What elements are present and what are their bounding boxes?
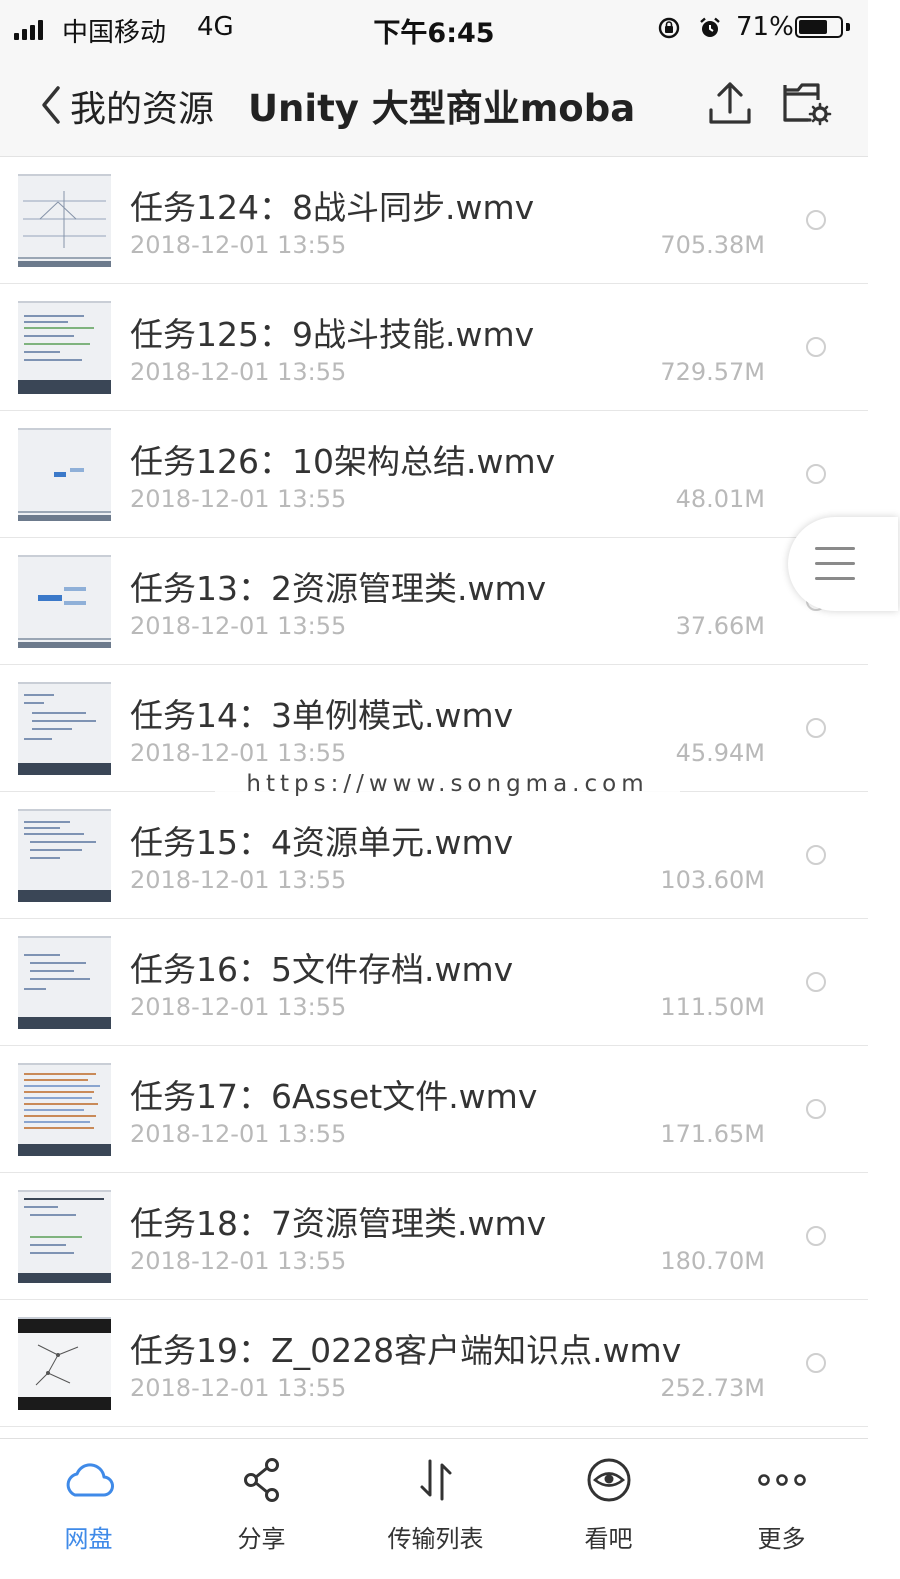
battery-percent: 71%	[736, 12, 794, 42]
floating-menu-button[interactable]	[788, 517, 898, 611]
tab-label: 分享	[237, 1525, 286, 1553]
file-date: 2018-12-01 13:55	[130, 612, 347, 640]
tab-share[interactable]: 分享	[175, 1439, 348, 1579]
file-size: 45.94M	[675, 739, 765, 767]
nav-bar: 我的资源 Unity 大型商业moba	[0, 56, 868, 157]
rotation-lock-icon	[658, 17, 680, 39]
video-thumbnail	[18, 1317, 111, 1410]
file-name: 任务124：8战斗同步.wmv	[130, 188, 535, 227]
transfer-icon	[420, 1459, 451, 1501]
status-bar: 中国移动 4G 下午6:45 71%	[0, 0, 868, 56]
file-size: 111.50M	[660, 993, 765, 1021]
file-name: 任务14：3单例模式.wmv	[130, 696, 514, 735]
file-size: 171.65M	[660, 1120, 765, 1148]
eye-icon	[587, 1458, 630, 1502]
file-name: 任务13：2资源管理类.wmv	[130, 569, 547, 608]
select-radio[interactable]	[806, 718, 826, 738]
video-thumbnail	[18, 301, 111, 394]
file-name: 任务19：Z_0228客户端知识点.wmv	[130, 1331, 682, 1370]
file-date: 2018-12-01 13:55	[130, 1374, 347, 1402]
video-thumbnail	[18, 1190, 111, 1283]
file-size: 705.38M	[660, 231, 765, 259]
tab-transfer-list[interactable]: 传输列表	[349, 1439, 522, 1579]
file-size: 729.57M	[660, 358, 765, 386]
file-date: 2018-12-01 13:55	[130, 231, 347, 259]
video-thumbnail	[18, 936, 111, 1029]
file-date: 2018-12-01 13:55	[130, 485, 347, 513]
file-size: 37.66M	[675, 612, 765, 640]
tab-label: 网盘	[64, 1525, 113, 1553]
file-date: 2018-12-01 13:55	[130, 358, 347, 386]
video-thumbnail	[18, 682, 111, 775]
file-row[interactable]: 任务16：5文件存档.wmv 2018-12-01 13:55 111.50M	[0, 919, 868, 1046]
video-thumbnail	[18, 809, 111, 902]
select-radio[interactable]	[806, 1353, 826, 1373]
file-row[interactable]: 任务13：2资源管理类.wmv 2018-12-01 13:55 37.66M	[0, 538, 868, 665]
cloud-icon	[66, 1463, 114, 1497]
app-screen: 中国移动 4G 下午6:45 71% 我的资源 Unity 大型商业moba 任…	[0, 0, 868, 1579]
select-radio[interactable]	[806, 972, 826, 992]
select-radio[interactable]	[806, 337, 826, 357]
tab-more[interactable]: 更多	[695, 1439, 868, 1579]
more-icon	[757, 1474, 806, 1486]
select-radio[interactable]	[806, 1226, 826, 1246]
file-row[interactable]: 任务15：4资源单元.wmv 2018-12-01 13:55 103.60M	[0, 792, 868, 919]
select-radio[interactable]	[806, 845, 826, 865]
file-name: 任务17：6Asset文件.wmv	[130, 1077, 538, 1116]
file-row[interactable]: 任务126：10架构总结.wmv 2018-12-01 13:55 48.01M	[0, 411, 868, 538]
tab-bar: 网盘 分享 传输列表 看吧 更多	[0, 1438, 868, 1579]
file-name: 任务125：9战斗技能.wmv	[130, 315, 535, 354]
video-thumbnail	[18, 555, 111, 648]
select-radio[interactable]	[806, 464, 826, 484]
file-name: 任务15：4资源单元.wmv	[130, 823, 514, 862]
select-radio[interactable]	[806, 210, 826, 230]
file-size: 103.60M	[660, 866, 765, 894]
file-row[interactable]: 任务124：8战斗同步.wmv 2018-12-01 13:55 705.38M	[0, 157, 868, 284]
tab-label: 传输列表	[387, 1525, 484, 1553]
file-size: 180.70M	[660, 1247, 765, 1275]
file-row[interactable]: 任务19：Z_0228客户端知识点.wmv 2018-12-01 13:55 2…	[0, 1300, 868, 1427]
file-date: 2018-12-01 13:55	[130, 739, 347, 767]
tab-netdisk[interactable]: 网盘	[2, 1439, 175, 1579]
file-date: 2018-12-01 13:55	[130, 1247, 347, 1275]
file-size: 252.73M	[660, 1374, 765, 1402]
alarm-icon	[700, 17, 720, 37]
file-row[interactable]: 任务125：9战斗技能.wmv 2018-12-01 13:55 729.57M	[0, 284, 868, 411]
back-button[interactable]: 我的资源	[70, 80, 214, 132]
file-size: 48.01M	[675, 485, 765, 513]
file-date: 2018-12-01 13:55	[130, 993, 347, 1021]
file-name: 任务18：7资源管理类.wmv	[130, 1204, 547, 1243]
video-thumbnail	[18, 1063, 111, 1156]
file-name: 任务16：5文件存档.wmv	[130, 950, 514, 989]
file-row[interactable]: 任务18：7资源管理类.wmv 2018-12-01 13:55 180.70M	[0, 1173, 868, 1300]
tab-label: 更多	[757, 1525, 806, 1553]
upload-icon[interactable]	[706, 78, 754, 128]
back-chevron-icon[interactable]	[32, 80, 72, 130]
share-icon	[243, 1458, 279, 1502]
video-thumbnail	[18, 428, 111, 521]
file-date: 2018-12-01 13:55	[130, 1120, 347, 1148]
screen-edge	[868, 0, 900, 1578]
video-thumbnail	[18, 174, 111, 267]
select-radio[interactable]	[806, 1099, 826, 1119]
file-row[interactable]: 任务17：6Asset文件.wmv 2018-12-01 13:55 171.6…	[0, 1046, 868, 1173]
page-title: Unity 大型商业moba	[248, 87, 636, 130]
battery-icon	[795, 16, 843, 38]
file-name: 任务126：10架构总结.wmv	[130, 442, 556, 481]
folder-settings-icon[interactable]	[780, 78, 832, 128]
tab-kanba[interactable]: 看吧	[522, 1439, 695, 1579]
watermark: https://www.songma.com	[215, 770, 680, 798]
file-date: 2018-12-01 13:55	[130, 866, 347, 894]
tab-label: 看吧	[584, 1525, 633, 1553]
